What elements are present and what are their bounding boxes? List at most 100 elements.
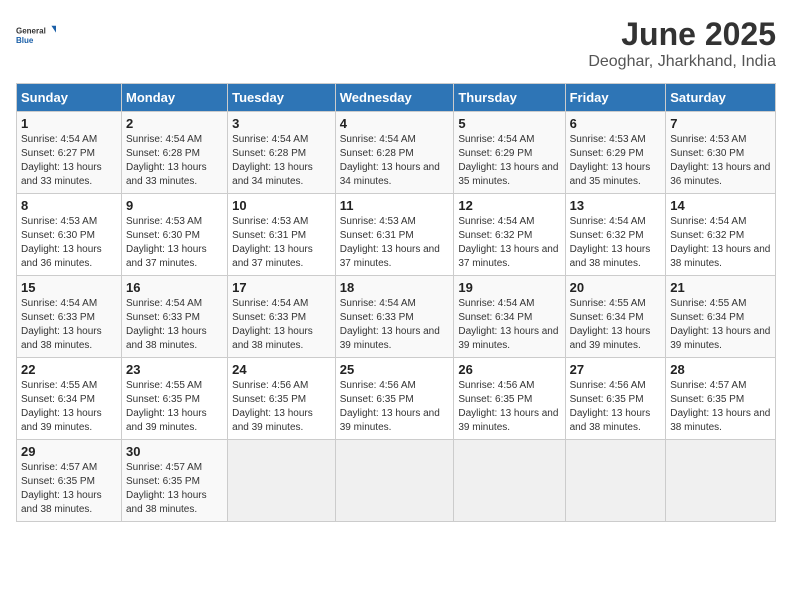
day-detail: Sunrise: 4:53 AMSunset: 6:31 PMDaylight:… — [232, 216, 313, 269]
day-number: 9 — [126, 198, 223, 213]
table-row: 15 Sunrise: 4:54 AMSunset: 6:33 PMDaylig… — [17, 276, 122, 358]
day-detail: Sunrise: 4:54 AMSunset: 6:27 PMDaylight:… — [21, 134, 102, 187]
page-title: June 2025 — [588, 16, 776, 53]
day-number: 11 — [340, 198, 450, 213]
table-row: 18 Sunrise: 4:54 AMSunset: 6:33 PMDaylig… — [335, 276, 454, 358]
day-detail: Sunrise: 4:53 AMSunset: 6:30 PMDaylight:… — [670, 134, 770, 187]
table-row: 12 Sunrise: 4:54 AMSunset: 6:32 PMDaylig… — [454, 194, 565, 276]
day-detail: Sunrise: 4:54 AMSunset: 6:28 PMDaylight:… — [126, 134, 207, 187]
day-number: 29 — [21, 444, 117, 459]
table-row: 26 Sunrise: 4:56 AMSunset: 6:35 PMDaylig… — [454, 358, 565, 440]
day-number: 10 — [232, 198, 331, 213]
day-number: 30 — [126, 444, 223, 459]
day-number: 22 — [21, 362, 117, 377]
table-row: 5 Sunrise: 4:54 AMSunset: 6:29 PMDayligh… — [454, 112, 565, 194]
table-row: 16 Sunrise: 4:54 AMSunset: 6:33 PMDaylig… — [121, 276, 227, 358]
day-number: 5 — [458, 116, 560, 131]
table-row: 17 Sunrise: 4:54 AMSunset: 6:33 PMDaylig… — [228, 276, 336, 358]
day-number: 17 — [232, 280, 331, 295]
day-number: 20 — [570, 280, 662, 295]
day-detail: Sunrise: 4:54 AMSunset: 6:28 PMDaylight:… — [232, 134, 313, 187]
table-row: 20 Sunrise: 4:55 AMSunset: 6:34 PMDaylig… — [565, 276, 666, 358]
table-row: 19 Sunrise: 4:54 AMSunset: 6:34 PMDaylig… — [454, 276, 565, 358]
day-number: 12 — [458, 198, 560, 213]
day-number: 18 — [340, 280, 450, 295]
day-detail: Sunrise: 4:54 AMSunset: 6:34 PMDaylight:… — [458, 298, 558, 351]
day-detail: Sunrise: 4:54 AMSunset: 6:33 PMDaylight:… — [126, 298, 207, 351]
day-detail: Sunrise: 4:54 AMSunset: 6:29 PMDaylight:… — [458, 134, 558, 187]
table-row: 24 Sunrise: 4:56 AMSunset: 6:35 PMDaylig… — [228, 358, 336, 440]
table-row: 4 Sunrise: 4:54 AMSunset: 6:28 PMDayligh… — [335, 112, 454, 194]
col-monday: Monday — [121, 84, 227, 112]
col-tuesday: Tuesday — [228, 84, 336, 112]
day-number: 23 — [126, 362, 223, 377]
day-number: 27 — [570, 362, 662, 377]
day-detail: Sunrise: 4:53 AMSunset: 6:29 PMDaylight:… — [570, 134, 651, 187]
svg-text:General: General — [16, 27, 46, 36]
day-number: 1 — [21, 116, 117, 131]
day-detail: Sunrise: 4:53 AMSunset: 6:30 PMDaylight:… — [21, 216, 102, 269]
table-row: 21 Sunrise: 4:55 AMSunset: 6:34 PMDaylig… — [666, 276, 776, 358]
table-row: 22 Sunrise: 4:55 AMSunset: 6:34 PMDaylig… — [17, 358, 122, 440]
day-detail: Sunrise: 4:54 AMSunset: 6:33 PMDaylight:… — [21, 298, 102, 351]
day-number: 15 — [21, 280, 117, 295]
day-number: 21 — [670, 280, 771, 295]
table-row — [565, 440, 666, 522]
col-wednesday: Wednesday — [335, 84, 454, 112]
col-saturday: Saturday — [666, 84, 776, 112]
day-number: 3 — [232, 116, 331, 131]
day-detail: Sunrise: 4:54 AMSunset: 6:32 PMDaylight:… — [670, 216, 770, 269]
day-number: 4 — [340, 116, 450, 131]
day-number: 26 — [458, 362, 560, 377]
day-detail: Sunrise: 4:57 AMSunset: 6:35 PMDaylight:… — [670, 380, 770, 433]
day-detail: Sunrise: 4:56 AMSunset: 6:35 PMDaylight:… — [570, 380, 651, 433]
day-detail: Sunrise: 4:57 AMSunset: 6:35 PMDaylight:… — [126, 462, 207, 515]
table-row — [335, 440, 454, 522]
day-number: 16 — [126, 280, 223, 295]
svg-text:Blue: Blue — [16, 36, 34, 45]
day-detail: Sunrise: 4:56 AMSunset: 6:35 PMDaylight:… — [340, 380, 440, 433]
header: General Blue June 2025 Deoghar, Jharkhan… — [16, 16, 776, 71]
day-detail: Sunrise: 4:54 AMSunset: 6:32 PMDaylight:… — [570, 216, 651, 269]
day-detail: Sunrise: 4:54 AMSunset: 6:33 PMDaylight:… — [232, 298, 313, 351]
table-row: 9 Sunrise: 4:53 AMSunset: 6:30 PMDayligh… — [121, 194, 227, 276]
day-number: 7 — [670, 116, 771, 131]
day-number: 19 — [458, 280, 560, 295]
col-thursday: Thursday — [454, 84, 565, 112]
table-row — [666, 440, 776, 522]
day-number: 6 — [570, 116, 662, 131]
table-row: 2 Sunrise: 4:54 AMSunset: 6:28 PMDayligh… — [121, 112, 227, 194]
table-row — [228, 440, 336, 522]
day-number: 13 — [570, 198, 662, 213]
day-number: 24 — [232, 362, 331, 377]
table-row: 11 Sunrise: 4:53 AMSunset: 6:31 PMDaylig… — [335, 194, 454, 276]
day-detail: Sunrise: 4:55 AMSunset: 6:34 PMDaylight:… — [670, 298, 770, 351]
table-row: 8 Sunrise: 4:53 AMSunset: 6:30 PMDayligh… — [17, 194, 122, 276]
table-row: 30 Sunrise: 4:57 AMSunset: 6:35 PMDaylig… — [121, 440, 227, 522]
day-detail: Sunrise: 4:57 AMSunset: 6:35 PMDaylight:… — [21, 462, 102, 515]
day-detail: Sunrise: 4:56 AMSunset: 6:35 PMDaylight:… — [458, 380, 558, 433]
day-number: 8 — [21, 198, 117, 213]
logo-svg: General Blue — [16, 16, 56, 56]
col-sunday: Sunday — [17, 84, 122, 112]
table-row: 27 Sunrise: 4:56 AMSunset: 6:35 PMDaylig… — [565, 358, 666, 440]
day-detail: Sunrise: 4:55 AMSunset: 6:34 PMDaylight:… — [570, 298, 651, 351]
calendar-table: Sunday Monday Tuesday Wednesday Thursday… — [16, 83, 776, 522]
day-number: 2 — [126, 116, 223, 131]
table-row: 13 Sunrise: 4:54 AMSunset: 6:32 PMDaylig… — [565, 194, 666, 276]
table-row: 29 Sunrise: 4:57 AMSunset: 6:35 PMDaylig… — [17, 440, 122, 522]
day-detail: Sunrise: 4:56 AMSunset: 6:35 PMDaylight:… — [232, 380, 313, 433]
table-row: 14 Sunrise: 4:54 AMSunset: 6:32 PMDaylig… — [666, 194, 776, 276]
day-detail: Sunrise: 4:55 AMSunset: 6:35 PMDaylight:… — [126, 380, 207, 433]
table-row — [454, 440, 565, 522]
table-row: 23 Sunrise: 4:55 AMSunset: 6:35 PMDaylig… — [121, 358, 227, 440]
day-detail: Sunrise: 4:55 AMSunset: 6:34 PMDaylight:… — [21, 380, 102, 433]
day-number: 28 — [670, 362, 771, 377]
page-subtitle: Deoghar, Jharkhand, India — [588, 53, 776, 71]
table-row: 6 Sunrise: 4:53 AMSunset: 6:29 PMDayligh… — [565, 112, 666, 194]
col-friday: Friday — [565, 84, 666, 112]
day-detail: Sunrise: 4:54 AMSunset: 6:28 PMDaylight:… — [340, 134, 440, 187]
table-row: 25 Sunrise: 4:56 AMSunset: 6:35 PMDaylig… — [335, 358, 454, 440]
table-row: 7 Sunrise: 4:53 AMSunset: 6:30 PMDayligh… — [666, 112, 776, 194]
table-row: 1 Sunrise: 4:54 AMSunset: 6:27 PMDayligh… — [17, 112, 122, 194]
